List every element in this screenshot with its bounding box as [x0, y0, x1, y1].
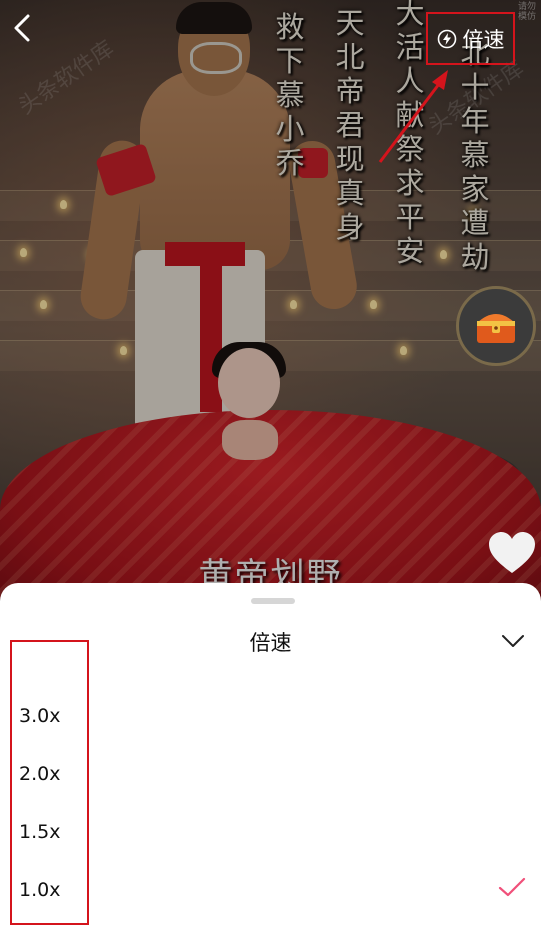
- speed-button-label: 倍速: [462, 27, 505, 52]
- chevron-down-icon: [502, 635, 524, 647]
- video-player[interactable]: 头条软件库 头条软件库 救下慕小乔 天北帝君现真身 大活人献祭求平安 北十年慕家…: [0, 0, 541, 600]
- speed-option-1x[interactable]: 1.0x: [19, 879, 60, 901]
- treasure-chest-icon: [477, 314, 515, 343]
- speed-bottom-sheet: 倍速 3.0x 2.0x 1.5x 1.0x: [0, 583, 541, 935]
- checkmark-icon: [498, 877, 526, 897]
- speed-button[interactable]: 倍速: [426, 12, 515, 65]
- speed-option-1-5x[interactable]: 1.5x: [19, 821, 60, 843]
- speed-option-2x[interactable]: 2.0x: [19, 763, 60, 785]
- heart-icon: [489, 532, 535, 573]
- speed-option-3x[interactable]: 3.0x: [19, 705, 60, 727]
- chevron-left-icon: [14, 14, 30, 42]
- annotation-arrow-icon: [378, 70, 448, 163]
- speed-lightning-icon: [437, 29, 456, 48]
- treasure-chest-button[interactable]: [456, 286, 536, 366]
- drag-handle[interactable]: [251, 598, 295, 604]
- like-button[interactable]: [487, 530, 537, 576]
- back-button[interactable]: [6, 10, 42, 46]
- collapse-button[interactable]: [498, 629, 528, 653]
